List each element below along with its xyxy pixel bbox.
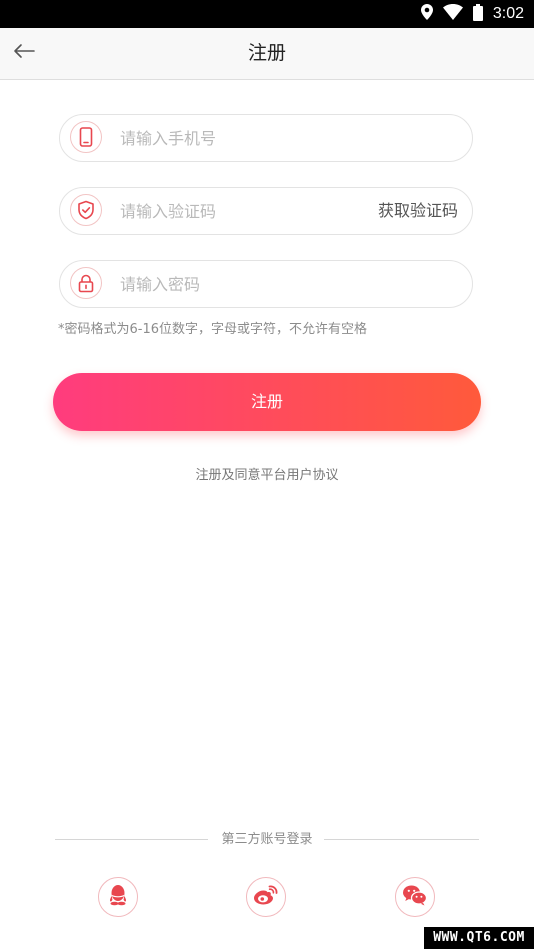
- header: 注册: [0, 28, 534, 80]
- weibo-icon: [253, 884, 279, 910]
- battery-icon: [472, 3, 483, 25]
- qq-login-button[interactable]: [98, 877, 138, 917]
- wechat-login-button[interactable]: [395, 877, 435, 917]
- user-agreement-link[interactable]: 注册及同意平台用户协议: [0, 464, 534, 483]
- status-bar: 3:02: [0, 0, 534, 28]
- wechat-icon: [402, 884, 428, 910]
- third-party-label: 第三方账号登录: [221, 832, 313, 847]
- register-button[interactable]: 注册: [53, 373, 481, 431]
- phone-icon: [70, 121, 102, 153]
- status-time: 3:02: [492, 5, 524, 22]
- code-input[interactable]: [120, 188, 360, 234]
- code-field[interactable]: 获取验证码: [59, 187, 473, 235]
- password-field[interactable]: [59, 260, 473, 308]
- get-code-button[interactable]: 获取验证码: [378, 188, 458, 234]
- shield-icon: [70, 194, 102, 226]
- location-icon: [420, 4, 433, 24]
- password-hint: *密码格式为6-16位数字，字母或字符，不允许有空格: [58, 322, 368, 337]
- password-input[interactable]: [120, 261, 420, 307]
- wifi-icon: [442, 4, 463, 24]
- status-icons: 3:02: [420, 0, 524, 28]
- weibo-login-button[interactable]: [246, 877, 286, 917]
- phone-field[interactable]: [59, 114, 473, 162]
- page-title: 注册: [247, 42, 286, 64]
- phone-input[interactable]: [120, 115, 420, 161]
- watermark: WWW.QT6.COM: [424, 927, 534, 949]
- qq-icon: [107, 883, 129, 911]
- divider-line-right: [324, 839, 479, 840]
- lock-icon: [70, 267, 102, 299]
- third-party-divider: 第三方账号登录: [55, 830, 479, 850]
